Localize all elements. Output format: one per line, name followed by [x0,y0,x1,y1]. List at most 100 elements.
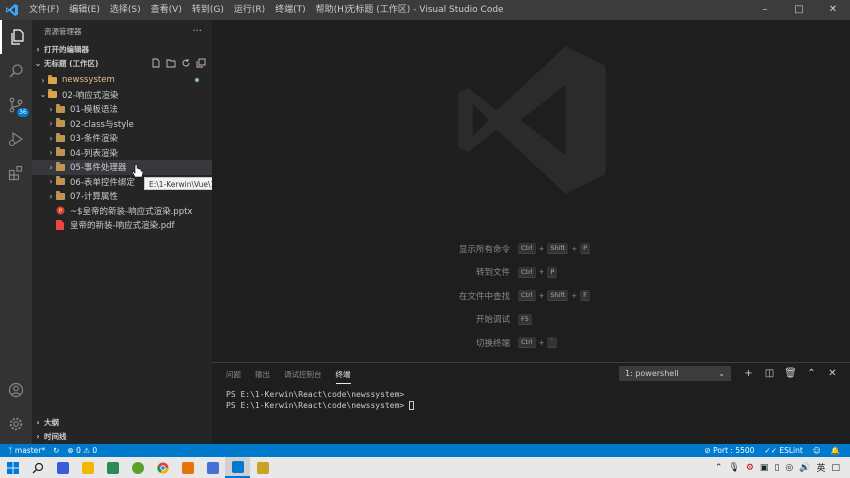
live-server-status[interactable]: ⊘ Port : 5500 [704,446,754,455]
tree-item-pdf[interactable]: 皇帝的新装-响应式渲染.pdf [32,218,212,233]
collapse-all-icon[interactable] [196,58,206,68]
svg-text:P: P [59,209,62,215]
microphone-icon[interactable]: 🎙 [728,463,739,473]
taskbar-app-3-icon[interactable] [100,457,125,478]
menu-file[interactable]: 文件(F) [24,0,64,20]
minimize-icon[interactable]: – [748,0,782,20]
chevron-right-icon: › [41,75,45,85]
chevron-down-icon: ⌄ [718,369,725,378]
tree-item-02[interactable]: › 02-class与style [32,117,212,132]
menu-terminal[interactable]: 终端(T) [270,0,311,20]
refresh-icon[interactable] [181,58,191,68]
folder-icon [56,132,70,142]
notification-center-icon[interactable]: □ [831,463,840,473]
search-icon[interactable] [0,54,32,88]
hint-find-in-files: 在文件中查找 Ctrl + Shift + F [212,284,850,308]
menu-help[interactable]: 帮助(H) [311,0,353,20]
chevron-right-icon: › [49,191,53,201]
taskbar-app-2-icon[interactable] [75,457,100,478]
close-panel-icon[interactable]: ✕ [822,366,843,381]
tree-item-03[interactable]: › 03-条件渲染 [32,131,212,146]
source-control-icon[interactable]: 36 [0,88,32,122]
taskbar-app-7-icon[interactable] [250,457,275,478]
new-folder-icon[interactable] [166,58,176,68]
new-file-icon[interactable] [151,58,161,68]
pdf-file-icon [56,220,70,231]
taskbar-app-5-icon[interactable] [175,457,200,478]
key-cap: F5 [518,313,532,325]
feedback-icon[interactable]: ☺ [813,446,821,455]
branch-name: master* [14,446,46,455]
chevron-up-icon[interactable]: ⌃ [801,366,822,381]
taskbar-search-icon[interactable] [25,457,50,478]
tree-item-07[interactable]: › 07-计算属性 [32,189,212,204]
chevron-down-icon: ⌄ [34,58,42,68]
branch-status[interactable]: ᛉ master* [8,446,45,455]
workspace-section[interactable]: ⌄ 无标题 (工作区) [32,56,212,70]
tray-app-2-icon[interactable]: ▣ [760,463,769,473]
eslint-status[interactable]: ✓✓ ESLint [764,446,802,455]
tree-item-02-reactive[interactable]: ⌄ 02-响应式渲染 [32,88,212,103]
hint-label: 在文件中查找 [458,291,510,302]
outline-label: 大纲 [44,417,59,427]
terminal-output[interactable]: PS E:\1-Kerwin\React\code\newssystem> PS… [226,389,415,411]
key-cap: Ctrl [518,266,536,278]
tray-chevron-up-icon[interactable]: ⌃ [715,463,723,473]
taskbar-vscode-icon[interactable] [225,457,250,478]
volume-icon[interactable]: 🔊 [799,463,810,473]
tree-item-label: 06-表单控件绑定 [70,177,135,188]
tab-problems[interactable]: 问题 [226,369,241,384]
tab-terminal[interactable]: 终端 [335,369,351,384]
tree-item-label: 05-事件处理器 [70,163,127,174]
tree-item-newssystem[interactable]: › newssystem [32,73,212,88]
menu-selection[interactable]: 选择(S) [105,0,146,20]
run-debug-icon[interactable] [0,122,32,156]
split-terminal-icon[interactable]: ◫ [759,366,780,381]
extensions-icon[interactable] [0,156,32,190]
tree-item-01[interactable]: › 01-模板语法 [32,102,212,117]
menu-edit[interactable]: 编辑(E) [64,0,105,20]
timeline-section[interactable]: › 时间线 [32,429,212,443]
sync-icon[interactable]: ↻ [53,446,59,455]
tab-output[interactable]: 输出 [255,369,270,384]
new-terminal-icon[interactable]: + [738,366,759,381]
windows-start-icon[interactable] [0,457,25,478]
hint-go-to-file: 转到文件 Ctrl + P [212,261,850,285]
chevron-right-icon: › [49,133,53,143]
menu-go[interactable]: 转到(G) [187,0,229,20]
key-cap: Shift [547,290,569,302]
tray-app-icon[interactable]: ⚙ [746,463,754,473]
problems-status[interactable]: ⊗ 0 ⚠ 0 [67,446,97,455]
terminal-select[interactable]: 1: powershell ⌄ [619,366,731,381]
taskbar-chrome-icon[interactable] [150,457,175,478]
tree-item-05[interactable]: › 05-事件处理器 [32,160,212,175]
tree-item-pptx[interactable]: P ~$皇帝的新装-响应式渲染.pptx [32,204,212,219]
vscode-logo-icon [0,0,24,20]
input-language[interactable]: 英 [816,461,825,474]
menu-view[interactable]: 查看(V) [146,0,187,20]
taskbar-app-1-icon[interactable] [50,457,75,478]
tree-item-04[interactable]: › 04-列表渲染 [32,146,212,161]
battery-icon[interactable]: ▯ [774,463,779,473]
settings-gear-icon[interactable] [0,407,32,441]
maximize-icon[interactable]: □ [782,0,816,20]
taskbar-app-4-icon[interactable] [125,457,150,478]
folder-icon [56,103,70,113]
folder-icon [56,161,70,171]
files-icon[interactable] [0,20,32,54]
outline-section[interactable]: › 大纲 [32,415,212,429]
port-label: Port : 5500 [713,446,755,455]
explorer-header: 资源管理器 ··· [32,20,212,42]
notifications-bell-icon[interactable]: 🔔 [831,446,840,455]
tab-debug-console[interactable]: 调试控制台 [284,369,322,384]
network-icon[interactable]: ◎ [785,463,793,473]
account-icon[interactable] [0,373,32,407]
taskbar-app-6-icon[interactable] [200,457,225,478]
menu-run[interactable]: 运行(R) [229,0,270,20]
trash-icon[interactable]: 🗑 [780,366,801,381]
timeline-label: 时间线 [44,431,67,441]
more-actions-icon[interactable]: ··· [192,26,202,37]
open-editors-section[interactable]: › 打开的编辑器 [32,42,212,56]
hint-label: 切换终端 [475,338,510,349]
close-icon[interactable]: ✕ [816,0,850,20]
